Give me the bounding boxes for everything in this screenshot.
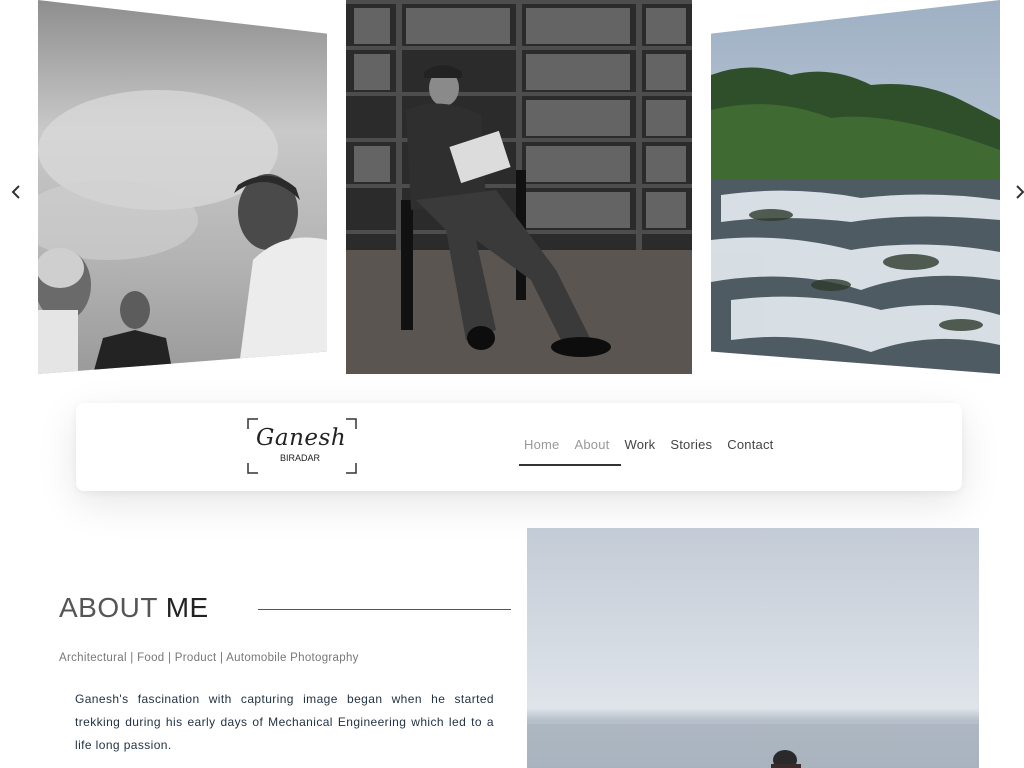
waterfall-photo	[711, 0, 1000, 374]
nav-about[interactable]: About	[574, 437, 609, 452]
heading-divider	[258, 609, 511, 610]
about-heading: ABOUT ME	[59, 592, 209, 624]
about-paragraph: Ganesh's fascination with capturing imag…	[75, 692, 494, 752]
chevron-right-icon	[1016, 185, 1024, 199]
men-against-sky-photo	[38, 0, 327, 374]
carousel-next-button[interactable]	[1008, 178, 1024, 206]
chevron-left-icon	[11, 185, 20, 199]
specialties-tagline: Architectural | Food | Product | Automob…	[59, 652, 359, 664]
carousel-prev-button[interactable]	[4, 178, 28, 206]
active-nav-underline	[519, 464, 621, 466]
carousel-slide-men-sky[interactable]	[38, 0, 327, 374]
man-reading-library-photo	[346, 0, 692, 374]
nav-work[interactable]: Work	[624, 437, 655, 452]
navigation-bar: Ganesh BIRADAR Home About Work Stories C…	[76, 403, 962, 491]
main-menu: Home About Work Stories Contact	[524, 437, 788, 452]
nav-contact[interactable]: Contact	[727, 437, 773, 452]
carousel-slide-library[interactable]	[346, 0, 692, 374]
about-heading-light: ABOUT	[59, 592, 166, 623]
photo-carousel	[0, 0, 1024, 380]
logo-name: Ganesh	[256, 425, 347, 451]
about-heading-bold: ME	[165, 592, 209, 623]
site-logo[interactable]: Ganesh BIRADAR	[246, 417, 358, 475]
nav-stories[interactable]: Stories	[670, 437, 712, 452]
sea-portrait-photo	[527, 528, 979, 768]
about-photo	[527, 528, 979, 768]
nav-home[interactable]: Home	[524, 437, 559, 452]
carousel-slide-waterfall[interactable]	[711, 0, 1000, 374]
logo-surname: BIRADAR	[280, 453, 321, 463]
